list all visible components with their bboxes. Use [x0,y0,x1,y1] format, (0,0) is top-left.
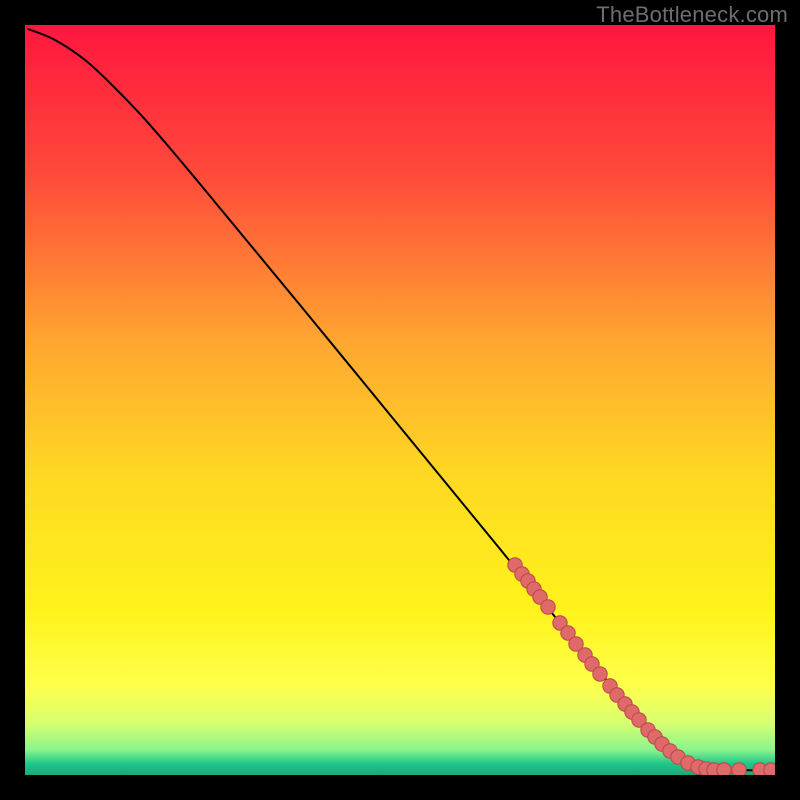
plot-area [25,25,775,775]
data-point [541,600,555,614]
data-point [593,667,607,681]
watermark-text: TheBottleneck.com [596,2,788,28]
chart-canvas [0,0,800,800]
